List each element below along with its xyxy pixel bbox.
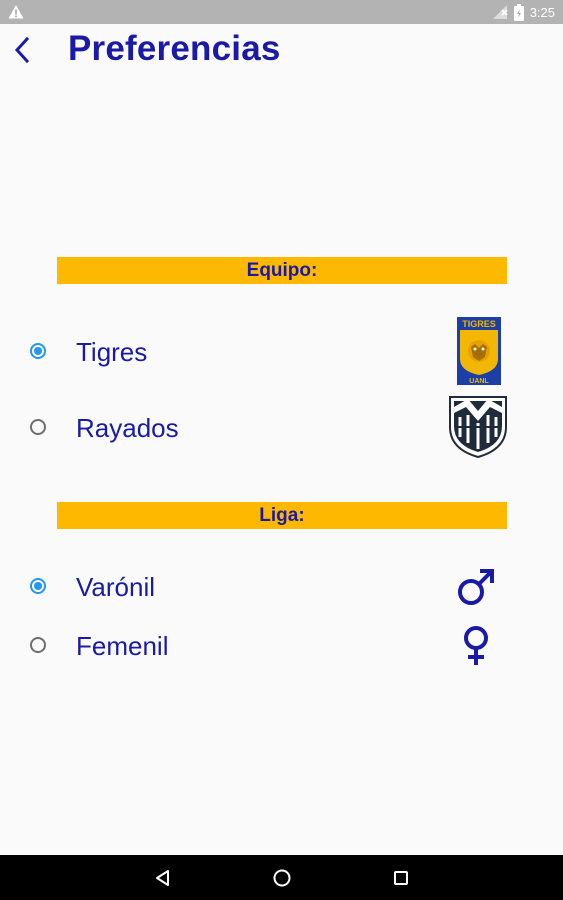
radio-femenil[interactable] bbox=[30, 637, 46, 653]
option-rayados[interactable]: Rayados bbox=[0, 396, 563, 459]
recents-square-icon bbox=[394, 870, 408, 885]
rayados-logo-icon bbox=[449, 396, 507, 459]
navigation-bar bbox=[0, 855, 563, 900]
app-header: Preferencias bbox=[0, 24, 563, 80]
preferences-screen: 3:25 Preferencias Equipo: Tigres TIGRES … bbox=[0, 0, 563, 900]
home-circle-icon bbox=[273, 869, 291, 886]
nav-recents-button[interactable] bbox=[371, 855, 431, 900]
liga-heading: Liga: bbox=[57, 502, 507, 529]
tigres-logo-bottom-text: UANL bbox=[469, 378, 489, 385]
tigres-logo-icon: TIGRES UANL bbox=[457, 317, 501, 385]
nav-home-button[interactable] bbox=[252, 855, 312, 900]
option-varonil[interactable]: Varónil bbox=[0, 557, 563, 617]
radio-tigres[interactable] bbox=[30, 343, 46, 359]
radio-rayados[interactable] bbox=[30, 419, 46, 435]
status-time: 3:25 bbox=[529, 4, 555, 20]
status-bar: 3:25 bbox=[0, 0, 563, 24]
warning-icon bbox=[8, 5, 24, 19]
option-label-femenil: Femenil bbox=[76, 631, 169, 661]
back-button[interactable] bbox=[6, 30, 38, 70]
option-label-rayados: Rayados bbox=[76, 413, 179, 443]
nav-back-button[interactable] bbox=[133, 855, 193, 900]
status-icons: 3:25 bbox=[492, 3, 555, 21]
back-triangle-icon bbox=[156, 869, 169, 886]
option-label-tigres: Tigres bbox=[76, 337, 148, 367]
female-symbol-icon bbox=[464, 626, 488, 665]
equipo-heading: Equipo: bbox=[57, 257, 507, 284]
page-title: Preferencias bbox=[68, 29, 281, 68]
no-signal-icon bbox=[492, 5, 508, 19]
radio-varonil[interactable] bbox=[30, 578, 46, 594]
battery-icon bbox=[513, 3, 524, 21]
option-femenil[interactable]: Femenil bbox=[0, 616, 563, 676]
tigres-logo-top-text: TIGRES bbox=[462, 319, 496, 329]
male-symbol-icon bbox=[458, 569, 494, 605]
option-tigres[interactable]: Tigres TIGRES UANL bbox=[0, 317, 563, 385]
option-label-varonil: Varónil bbox=[76, 572, 156, 602]
chevron-left-icon bbox=[14, 36, 30, 64]
